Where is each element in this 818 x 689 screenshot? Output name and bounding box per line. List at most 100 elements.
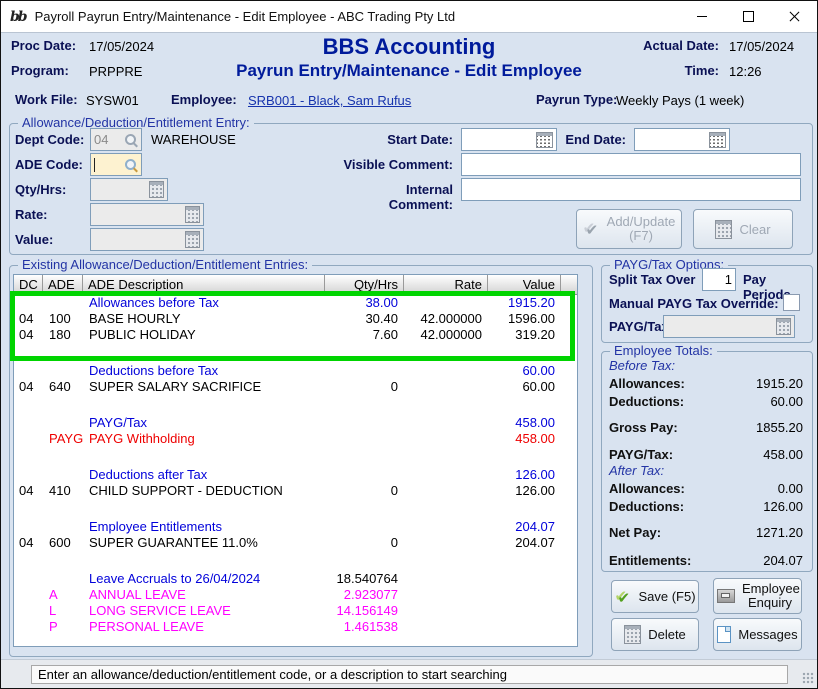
cell-dc [14,395,43,415]
resize-grip[interactable] [802,672,814,684]
app-icon: bb [10,9,26,25]
cell-value [488,395,561,415]
cell-value: 1596.00 [488,311,561,327]
internal-comment-label: Internal Comment: [341,182,453,212]
ade-search-icon[interactable] [124,158,138,172]
payg-tax-input[interactable] [663,315,795,338]
window-title: Payroll Payrun Entry/Maintenance - Edit … [35,9,456,24]
table-row[interactable]: PAYG PAYG Withholding 458.00 [14,431,577,447]
dept-search-icon[interactable] [124,133,138,147]
table-row[interactable]: 04 100 BASE HOURLY 30.40 42.000000 1596.… [14,311,577,327]
cell-value [488,571,561,587]
add-update-button[interactable]: Add/Update(F7) [576,209,682,249]
start-date-label: Start Date: [341,132,453,147]
cell-ade [43,551,83,571]
cell-value: 60.00 [488,363,561,379]
cell-qty-hrs: 0 [325,483,404,499]
maximize-button[interactable] [725,1,771,32]
manual-override-checkbox[interactable] [783,294,800,311]
cell-dc [14,431,43,447]
table-row[interactable]: 04 180 PUBLIC HOLIDAY 7.60 42.000000 319… [14,327,577,343]
maximize-icon [743,11,754,22]
table-row[interactable]: PAYG/Tax 458.00 [14,415,577,431]
cell-rate [404,587,488,603]
table-row[interactable]: P PERSONAL LEAVE 1.461538 [14,619,577,635]
check-icon [583,221,600,237]
table-row[interactable]: L LONG SERVICE LEAVE 14.156149 [14,603,577,619]
cell-qty-hrs [325,447,404,467]
employee-link[interactable]: SRB001 - Black, Sam Rufus [248,93,411,108]
table-row[interactable]: 04 640 SUPER SALARY SACRIFICE 0 60.00 [14,379,577,395]
cell-rate [404,379,488,395]
payg-calculator-icon[interactable] [776,318,791,335]
close-button[interactable] [771,1,817,32]
employee-totals: Before Tax: Allowances: 1915.20 Deductio… [609,358,803,569]
internal-comment-input[interactable] [461,178,801,201]
employee-label: Employee: [171,92,237,107]
cell-ade: PAYG [43,431,83,447]
cell-dc [14,571,43,587]
table-row[interactable]: 04 410 CHILD SUPPORT - DEDUCTION 0 126.0… [14,483,577,499]
table-row[interactable] [14,499,577,519]
table-row[interactable]: Allowances before Tax 38.00 1915.20 [14,295,577,311]
minimize-icon [697,16,707,17]
end-date-input[interactable] [634,128,730,151]
value-input[interactable] [90,228,204,251]
value-calculator-icon[interactable] [185,231,200,248]
table-row[interactable]: Deductions after Tax 126.00 [14,467,577,483]
table-row[interactable] [14,343,577,363]
cell-value: 126.00 [488,483,561,499]
cell-rate [404,483,488,499]
rate-input[interactable] [90,203,204,226]
messages-button[interactable]: Messages [713,618,802,651]
split-tax-input[interactable]: 1 [702,268,736,291]
table-row[interactable]: A ANNUAL LEAVE 2.923077 [14,587,577,603]
work-file-value: SYSW01 [86,93,139,108]
dept-code-input[interactable]: 04 [90,128,142,151]
table-row[interactable]: Deductions before Tax 60.00 [14,363,577,379]
allowances-before-row: Allowances: 1915.20 [609,374,803,392]
table-row[interactable] [14,551,577,571]
cell-description: Leave Accruals to 26/04/2024 [83,571,325,587]
start-date-input[interactable] [461,128,557,151]
employee-enquiry-button[interactable]: Employee Enquiry [713,578,802,614]
table-row[interactable]: 04 600 SUPER GUARANTEE 11.0% 0 204.07 [14,535,577,551]
save-button[interactable]: Save (F5) [611,580,699,613]
cell-dc [14,499,43,519]
cell-value: 60.00 [488,379,561,395]
title-bar: bb Payroll Payrun Entry/Maintenance - Ed… [1,1,817,33]
clear-button[interactable]: Clear [693,209,793,249]
cell-value [488,499,561,519]
qty-hrs-input[interactable] [90,178,168,201]
col-qty-hrs: Qty/Hrs [325,275,404,294]
delete-icon [624,625,641,644]
cell-rate [404,467,488,483]
delete-button[interactable]: Delete [611,618,699,651]
cell-rate [404,343,488,363]
table-row[interactable] [14,447,577,467]
table-row[interactable] [14,395,577,415]
table-row[interactable]: Employee Entitlements 204.07 [14,519,577,535]
cell-rate [404,363,488,379]
cell-description: BASE HOURLY [83,311,325,327]
dept-code-value: 04 [94,132,108,147]
col-dc: DC [14,275,43,294]
rate-calculator-icon[interactable] [185,206,200,223]
col-filler [561,275,577,294]
col-ade: ADE [43,275,83,294]
cell-rate: 42.000000 [404,311,488,327]
end-date-calendar-icon[interactable] [709,132,726,148]
cell-ade: 640 [43,379,83,395]
ade-code-input[interactable] [90,153,142,176]
cell-description: PAYG/Tax [83,415,325,431]
qty-calculator-icon[interactable] [149,181,164,198]
entries-section-legend: Existing Allowance/Deduction/Entitlement… [18,257,312,272]
minimize-button[interactable] [679,1,725,32]
cell-rate [404,571,488,587]
cell-description: Employee Entitlements [83,519,325,535]
status-message: Enter an allowance/deduction/entitlement… [31,665,788,684]
table-row[interactable]: Leave Accruals to 26/04/2024 18.540764 [14,571,577,587]
col-description: ADE Description [83,275,325,294]
visible-comment-input[interactable] [461,153,801,176]
col-rate: Rate [404,275,488,294]
